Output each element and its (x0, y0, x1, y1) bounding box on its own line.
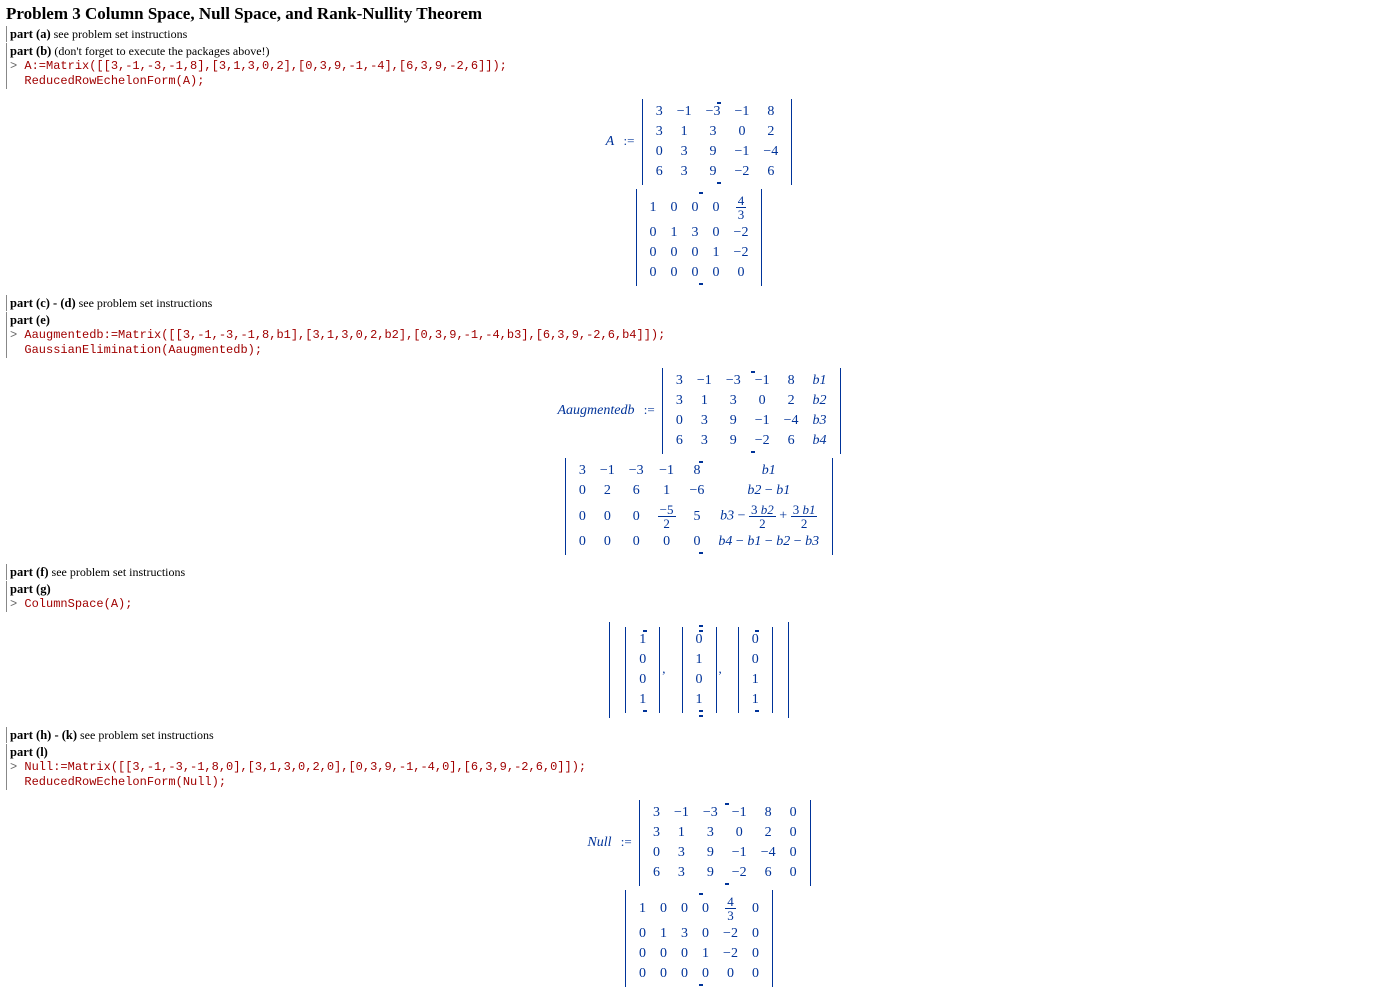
part-e-label: part (e) (10, 313, 50, 327)
code-block-l[interactable]: > Null:=Matrix([[3,-1,-3,-1,8,0],[3,1,3,… (6, 760, 1386, 790)
part-b-label: part (b) (10, 44, 51, 58)
code-g-text: ColumnSpace(A); (24, 597, 132, 611)
colspace-outer: 1001,0101,0011 (609, 622, 789, 718)
assign-symbol: := (623, 133, 634, 148)
code-e-text: Aaugmentedb:=Matrix([[3,-1,-3,-1,8,b1],[… (10, 328, 665, 357)
output-l: Null := 3−1−3−180313020039−1−40639−260 1… (6, 790, 1386, 995)
matrix-A-rref: 1000430130−20001−200000 (636, 189, 763, 286)
part-cd-note: see problem set instructions (76, 296, 213, 310)
output-A-label: A (606, 134, 615, 149)
part-a-header: part (a) see problem set instructions (6, 26, 1386, 42)
code-b-text: A:=Matrix([[3,-1,-3,-1,8],[3,1,3,0,2],[0… (10, 59, 507, 88)
part-a-note: see problem set instructions (51, 27, 188, 41)
part-g-label: part (g) (10, 582, 51, 596)
part-b-note: (don't forget to execute the packages ab… (51, 44, 269, 58)
part-l-header: part (l) (6, 744, 1386, 760)
output-g: 1001,0101,0011 (6, 612, 1386, 726)
code-block-b[interactable]: > A:=Matrix([[3,-1,-3,-1,8],[3,1,3,0,2],… (6, 59, 1386, 89)
part-f-header: part (f) see problem set instructions (6, 564, 1386, 580)
code-block-g[interactable]: > ColumnSpace(A); (6, 597, 1386, 612)
assign-symbol: := (621, 834, 632, 849)
output-Ab-label: Aaugmentedb (557, 403, 634, 418)
output-e: Aaugmentedb := 3−1−3−18b131302b2039−1−4b… (6, 358, 1386, 563)
output-Null-label: Null (587, 835, 611, 850)
part-hk-header: part (h) - (k) see problem set instructi… (6, 727, 1386, 743)
code-l-text: Null:=Matrix([[3,-1,-3,-1,8,0],[3,1,3,0,… (10, 760, 586, 789)
prompt-icon: > (10, 597, 24, 611)
part-cd-label: part (c) - (d) (10, 296, 76, 310)
part-g-header: part (g) (6, 581, 1386, 597)
part-a-label: part (a) (10, 27, 51, 41)
assign-symbol: := (644, 402, 655, 417)
part-f-label: part (f) (10, 565, 49, 579)
matrix-A: 3−1−3−1831302039−1−4639−26 (642, 99, 793, 185)
part-e-header: part (e) (6, 312, 1386, 328)
part-hk-note: see problem set instructions (77, 728, 214, 742)
part-l-label: part (l) (10, 745, 48, 759)
problem-title: Problem 3 Column Space, Null Space, and … (6, 4, 1386, 24)
matrix-Null-rref: 10004300130−200001−20000000 (625, 890, 773, 987)
part-b-header: part (b) (don't forget to execute the pa… (6, 43, 1386, 59)
part-hk-label: part (h) - (k) (10, 728, 77, 742)
matrix-Ab: 3−1−3−18b131302b2039−1−4b3639−26b4 (662, 368, 841, 454)
matrix-Ab-gauss: 3−1−3−18b10261−6b2 − b1000−525b3 − 3 b22… (565, 458, 833, 555)
output-b: A := 3−1−3−1831302039−1−4639−26 10004301… (6, 89, 1386, 294)
prompt-icon: > (10, 59, 24, 73)
part-f-note: see problem set instructions (49, 565, 186, 579)
matrix-Null: 3−1−3−180313020039−1−40639−260 (639, 800, 811, 886)
prompt-icon: > (10, 328, 24, 342)
part-cd-header: part (c) - (d) see problem set instructi… (6, 295, 1386, 311)
code-block-e[interactable]: > Aaugmentedb:=Matrix([[3,-1,-3,-1,8,b1]… (6, 328, 1386, 358)
prompt-icon: > (10, 760, 24, 774)
